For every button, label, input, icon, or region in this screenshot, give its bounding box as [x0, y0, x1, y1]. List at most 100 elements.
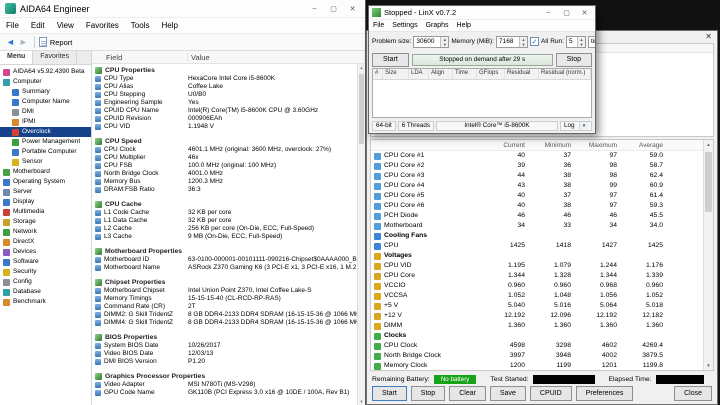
- sensor-scrollbar[interactable]: ▲ ▼: [703, 140, 713, 370]
- menu-graphs[interactable]: Graphs: [422, 22, 453, 29]
- sensor-row-cpu-core-1[interactable]: CPU Core #1 40 37 97 59.0: [371, 151, 703, 161]
- sidebar-item-aida64-v5-92-4390-beta[interactable]: AIDA64 v5.92.4390 Beta: [0, 67, 91, 77]
- menu-view[interactable]: View: [51, 21, 80, 30]
- field-row[interactable]: CPUID Revision 000906EAh: [92, 115, 365, 123]
- field-row[interactable]: Video Adapter MSI N780Ti (MS-V298): [92, 381, 365, 389]
- sensor-group-clocks[interactable]: Clocks: [371, 331, 703, 341]
- sidebar-tab-favorites[interactable]: Favorites: [33, 51, 78, 64]
- field-row[interactable]: CPU Multiplier 46x: [92, 154, 365, 162]
- sensor-row-pch-diode[interactable]: PCH Diode 46 46 46 45.5: [371, 211, 703, 221]
- field-row[interactable]: Motherboard ID 63-0100-000001-00101111-09…: [92, 256, 365, 264]
- field-row[interactable]: GPU Code Name GK110B (PCI Express 3.0 x16…: [92, 389, 365, 397]
- memory-value[interactable]: 7168: [497, 37, 519, 47]
- sensor-row-cpu-clock[interactable]: CPU Clock 4598 3298 4602 4269.4: [371, 341, 703, 351]
- field-row[interactable]: Memory Timings 15-15-15-40 (CL-RCD-RP-RAS…: [92, 295, 365, 303]
- column-header-residual-norm[interactable]: Residual (norm.): [539, 69, 591, 79]
- field-row[interactable]: Command Rate (CR) 2T: [92, 303, 365, 311]
- menu-help[interactable]: Help: [155, 21, 183, 30]
- menu-file[interactable]: File: [0, 21, 25, 30]
- sensor-row-cpu-core-6[interactable]: CPU Core #6 40 38 97 59.3: [371, 201, 703, 211]
- sidebar-item-summary[interactable]: Summary: [0, 87, 91, 97]
- linx-titlebar[interactable]: Stopped - LinX v0.7.2 – ▢ ✕: [369, 6, 595, 20]
- stop-button[interactable]: Stop: [555, 52, 592, 67]
- sensor-row-north-bridge-clock[interactable]: North Bridge Clock 3997 3948 4002 3879.5: [371, 351, 703, 361]
- field-row[interactable]: L3 Cache 9 MB (On-Die, ECC, Full-Speed): [92, 233, 365, 241]
- sidebar-item-motherboard[interactable]: Motherboard: [0, 167, 91, 177]
- memory-input[interactable]: 7168 ▲ ▼: [495, 35, 528, 48]
- sidebar-item-server[interactable]: Server: [0, 187, 91, 197]
- sensor-row-vccio[interactable]: VCCIO 0.960 0.960 0.968 0.960: [371, 281, 703, 291]
- field-row[interactable]: L1 Data Cache 32 KB per core: [92, 217, 365, 225]
- sensor-group-cooling-fans[interactable]: Cooling Fans: [371, 231, 703, 241]
- sidebar-item-software[interactable]: Software: [0, 257, 91, 267]
- scrollbar[interactable]: ▲ ▼: [357, 64, 365, 405]
- sidebar-item-display[interactable]: Display: [0, 197, 91, 207]
- column-header-maximum[interactable]: Maximum: [575, 142, 621, 149]
- field-row[interactable]: DMI BIOS Version P1.20: [92, 358, 365, 366]
- field-row[interactable]: CPU FSB 100.0 MHz (original: 100 MHz): [92, 162, 365, 170]
- column-header-size[interactable]: Size: [383, 69, 409, 79]
- field-row[interactable]: Memory Bus 1200.3 MHz: [92, 178, 365, 186]
- field-row[interactable]: CPU Stepping U0/B0: [92, 91, 365, 99]
- close-button[interactable]: Close: [674, 385, 712, 401]
- spin-down-icon[interactable]: ▼: [578, 42, 585, 47]
- column-header-residual[interactable]: Residual: [505, 69, 539, 79]
- sensor-row-cpu-vid[interactable]: CPU VID 1.195 1.079 1.244 1.176: [371, 261, 703, 271]
- sidebar-tab-menu[interactable]: Menu: [0, 51, 34, 64]
- sensor-group-voltages[interactable]: Voltages: [371, 251, 703, 261]
- column-header-minimum[interactable]: Minimum: [529, 142, 575, 149]
- run-count-spinner[interactable]: ▲ ▼: [576, 36, 585, 47]
- field-row[interactable]: DIMM2: G Skill TridentZ 8 GB DDR4-2133 DD…: [92, 311, 365, 319]
- column-header-align[interactable]: Align: [429, 69, 453, 79]
- sidebar-item-power-management[interactable]: Power Management: [0, 137, 91, 147]
- minimize-button[interactable]: –: [307, 5, 322, 12]
- field-row[interactable]: CPU Clock 4601.1 MHz (original: 3600 MHz,…: [92, 146, 365, 154]
- sensor-row-12-v[interactable]: +12 V 12.192 12.096 12.192 12.182: [371, 311, 703, 321]
- sensor-row-cpu-core-5[interactable]: CPU Core #5 40 37 97 61.4: [371, 191, 703, 201]
- run-count-input[interactable]: 5 ▲ ▼: [565, 35, 586, 48]
- field-row[interactable]: CPU Type HexaCore Intel Core i5-8600K: [92, 75, 365, 83]
- sensor-row-cpu-core-2[interactable]: CPU Core #2 39 36 98 58.7: [371, 161, 703, 171]
- close-icon[interactable]: ✕: [705, 32, 712, 41]
- sidebar-item-ipmi[interactable]: IPMI: [0, 117, 91, 127]
- column-header-gflops[interactable]: GFlops: [477, 69, 505, 79]
- problem-size-spinner[interactable]: ▲ ▼: [440, 36, 449, 47]
- sensor-row-vccsa[interactable]: VCCSA 1.052 1.048 1.056 1.052: [371, 291, 703, 301]
- sidebar-item-portable-computer[interactable]: Portable Computer: [0, 147, 91, 157]
- menu-edit[interactable]: Edit: [25, 21, 51, 30]
- close-button[interactable]: ✕: [577, 9, 592, 17]
- sensor-row-5-v[interactable]: +5 V 5.040 5.016 5.064 5.018: [371, 301, 703, 311]
- scroll-up-icon[interactable]: ▲: [704, 142, 713, 147]
- sensor-row-cpu[interactable]: CPU 1425 1418 1427 1425: [371, 241, 703, 251]
- menu-help[interactable]: Help: [453, 22, 475, 29]
- stop-button[interactable]: Stop: [410, 385, 446, 401]
- forward-icon[interactable]: ►: [17, 37, 30, 47]
- problem-size-value[interactable]: 30600: [414, 37, 440, 47]
- report-button[interactable]: Report: [50, 38, 73, 47]
- sidebar-item-directx[interactable]: DirectX: [0, 237, 91, 247]
- field-row[interactable]: DRAM:FSB Ratio 36:3: [92, 186, 365, 194]
- sensor-row-cpu-core-3[interactable]: CPU Core #3 44 38 98 62.4: [371, 171, 703, 181]
- maximize-button[interactable]: ▢: [559, 9, 574, 17]
- clear-button[interactable]: Clear: [449, 385, 486, 401]
- column-header-value[interactable]: Value: [188, 53, 365, 62]
- spin-down-icon[interactable]: ▼: [520, 42, 527, 47]
- column-header-field[interactable]: Field: [92, 52, 188, 62]
- column-header-time[interactable]: Time: [453, 69, 477, 79]
- field-row[interactable]: CPU Alias Coffee Lake: [92, 83, 365, 91]
- sidebar-item-overclock[interactable]: Overclock: [0, 127, 91, 137]
- sidebar-item-security[interactable]: Security: [0, 267, 91, 277]
- column-header-lda[interactable]: LDA: [409, 69, 429, 79]
- column-header-item[interactable]: #: [373, 69, 383, 79]
- scroll-down-icon[interactable]: ▼: [704, 363, 713, 368]
- field-row[interactable]: Motherboard Name ASRock Z370 Gaming K6 (3…: [92, 264, 365, 272]
- run-unit-select[interactable]: times ▾: [587, 35, 595, 48]
- column-header-average[interactable]: Average: [621, 142, 667, 149]
- scroll-down-icon[interactable]: ▼: [358, 399, 365, 404]
- sensor-row-cpu-core-4[interactable]: CPU Core #4 43 38 99 60.9: [371, 181, 703, 191]
- sidebar-item-storage[interactable]: Storage: [0, 217, 91, 227]
- field-row[interactable]: North Bridge Clock 4001.0 MHz: [92, 170, 365, 178]
- sidebar-item-benchmark[interactable]: Benchmark: [0, 297, 91, 307]
- sidebar-item-devices[interactable]: Devices: [0, 247, 91, 257]
- sidebar-item-database[interactable]: Database: [0, 287, 91, 297]
